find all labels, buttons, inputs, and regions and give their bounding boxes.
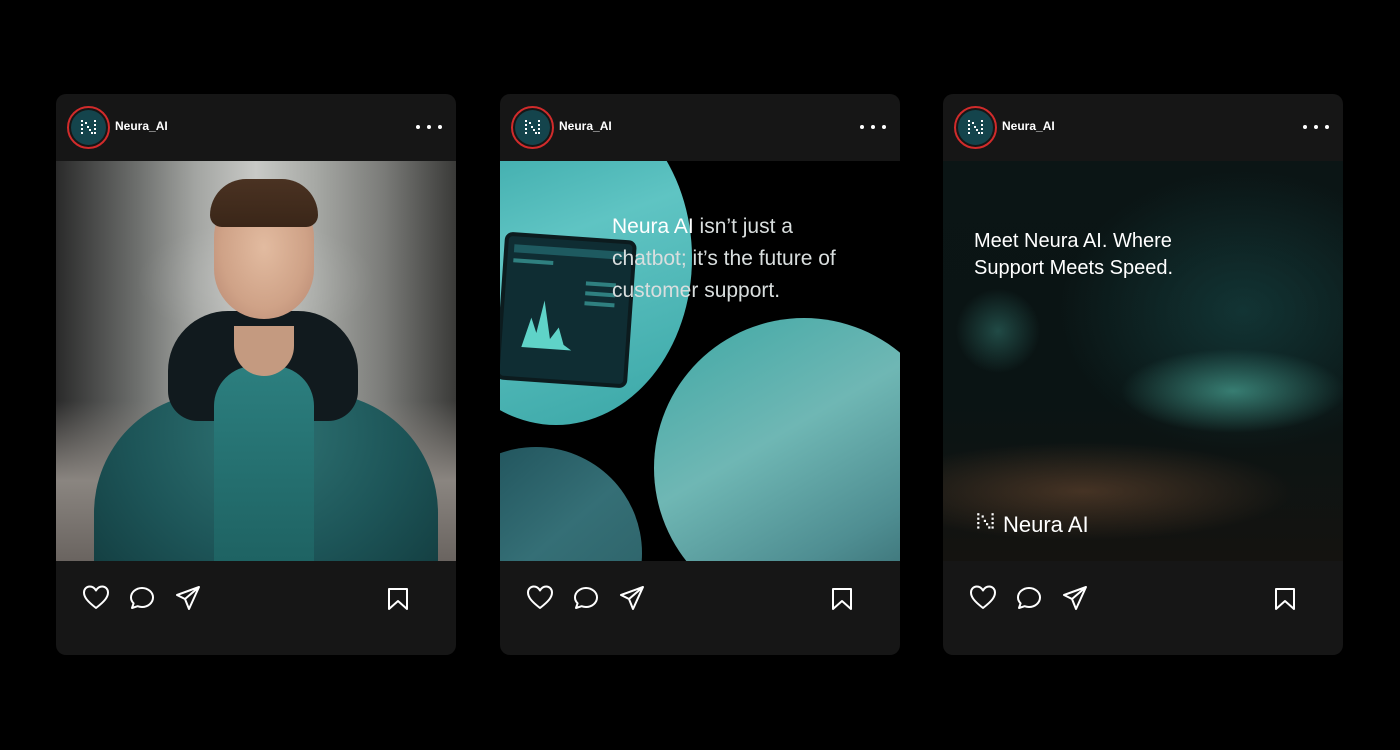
avatar[interactable] — [67, 106, 110, 149]
brand-name: Neura AI — [1003, 511, 1089, 537]
bookmark-icon[interactable] — [830, 587, 854, 611]
comment-icon[interactable] — [129, 586, 155, 610]
brand-logo: Neura AI — [975, 511, 1089, 538]
more-horizontal-icon[interactable] — [1303, 118, 1329, 136]
neura-logo-icon — [958, 110, 993, 145]
avatar[interactable] — [511, 106, 554, 149]
post-card: Neura_AI Neura AI isn’t just a chatbot; … — [500, 94, 900, 655]
heart-icon[interactable] — [969, 584, 997, 610]
post-card: Neura_AI Meet Neura AI. Where Support Me… — [943, 94, 1343, 655]
more-horizontal-icon[interactable] — [416, 118, 442, 136]
send-icon[interactable] — [174, 584, 202, 612]
bookmark-icon[interactable] — [386, 587, 410, 611]
send-icon[interactable] — [1061, 584, 1089, 612]
post-image: Neura AI isn’t just a chatbot; it’s the … — [500, 161, 900, 561]
post-actions — [500, 561, 900, 655]
post-header: Neura_AI — [56, 94, 456, 161]
heart-icon[interactable] — [82, 584, 110, 610]
brand-highlight: Neura AI — [612, 215, 694, 238]
feed-stage: Neura_AI Neura_AI Neura AI isn’t just a … — [0, 0, 1400, 750]
bookmark-icon[interactable] — [1273, 587, 1297, 611]
abstract-photo: Meet Neura AI. Where Support Meets Speed… — [943, 161, 1343, 561]
send-icon[interactable] — [618, 584, 646, 612]
post-actions — [56, 561, 456, 655]
comment-icon[interactable] — [1016, 586, 1042, 610]
post-image — [56, 161, 456, 561]
post-card: Neura_AI — [56, 94, 456, 655]
team-photo-circle — [654, 318, 900, 561]
heart-icon[interactable] — [526, 584, 554, 610]
username[interactable]: Neura_AI — [1002, 119, 1055, 133]
post-caption-overlay: Neura AI isn’t just a chatbot; it’s the … — [612, 211, 862, 307]
post-header: Neura_AI — [943, 94, 1343, 161]
post-header: Neura_AI — [500, 94, 900, 161]
post-actions — [943, 561, 1343, 655]
neura-logo-icon — [71, 110, 106, 145]
post-headline: Meet Neura AI. Where Support Meets Speed… — [974, 230, 1174, 279]
comment-icon[interactable] — [573, 586, 599, 610]
neura-logo-icon — [975, 511, 997, 538]
collage-photo: Neura AI isn’t just a chatbot; it’s the … — [500, 161, 900, 561]
username[interactable]: Neura_AI — [115, 119, 168, 133]
username[interactable]: Neura_AI — [559, 119, 612, 133]
more-horizontal-icon[interactable] — [860, 118, 886, 136]
avatar[interactable] — [954, 106, 997, 149]
portrait-photo — [56, 161, 456, 561]
post-image: Meet Neura AI. Where Support Meets Speed… — [943, 161, 1343, 561]
neura-logo-icon — [515, 110, 550, 145]
business-photo-circle — [500, 447, 642, 561]
